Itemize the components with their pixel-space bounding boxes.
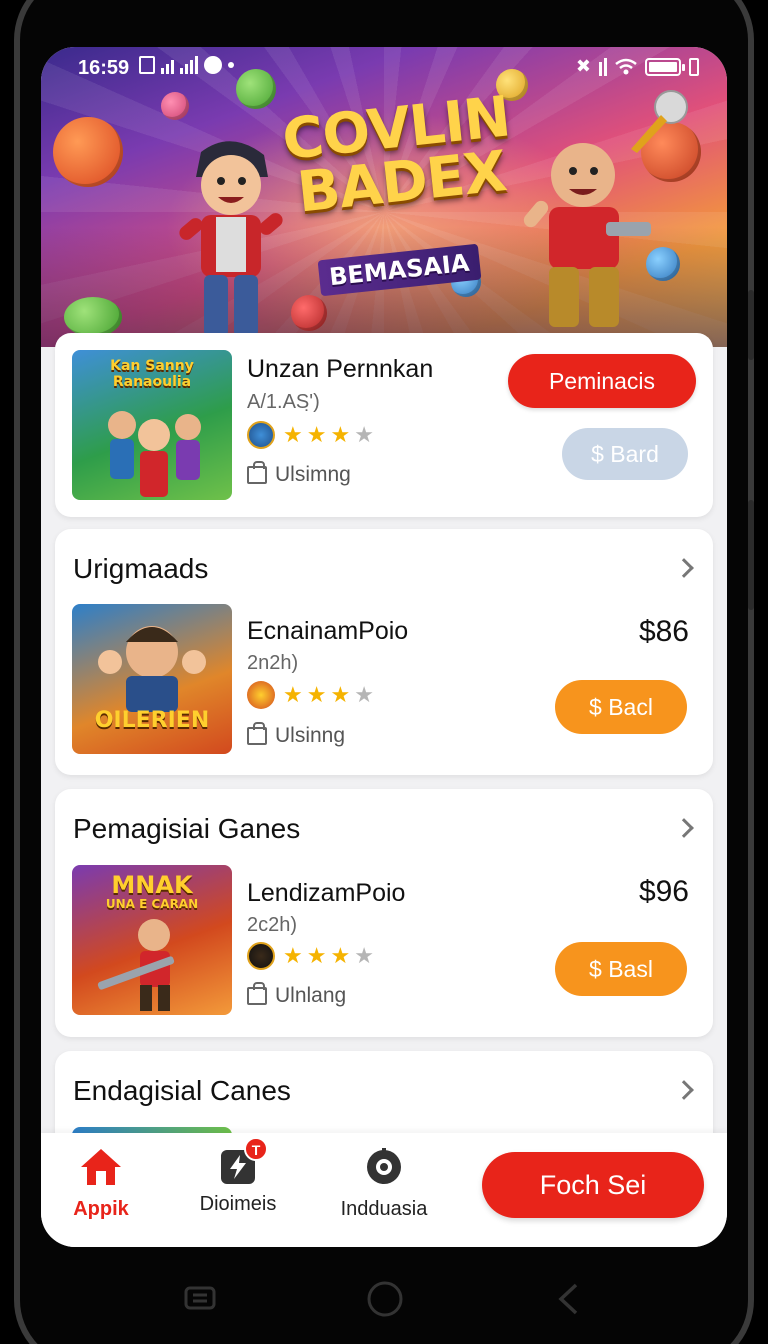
microphone-icon — [631, 90, 688, 153]
app-screen: COVLIN BADEX BEMASAIA 16:59 ✖ Kan Sanny … — [41, 47, 727, 1247]
app-status-icon — [204, 56, 222, 74]
cta-button[interactable]: Foch Sei — [482, 1152, 704, 1218]
hero-character-right — [523, 143, 651, 327]
game-price: $96 — [638, 875, 689, 908]
featured-game-name: Unzan Pernnkan — [247, 355, 434, 383]
game-subtitle: 2c2h) — [247, 914, 298, 936]
home-button-icon[interactable] — [366, 1280, 404, 1318]
featured-game-thumbnail[interactable]: Kan Sanny Ranaoulia — [72, 350, 232, 500]
section-title: Endagisial Canes — [73, 1075, 291, 1106]
battery-icon — [645, 57, 685, 76]
publisher-badge-icon — [247, 681, 275, 709]
disc-icon — [367, 1148, 401, 1184]
star-icon: ★ — [354, 422, 374, 447]
game-meta: Ulsinng — [247, 722, 345, 748]
section-title: Pemagisiai Ganes — [73, 813, 301, 844]
battery-saver-icon — [689, 57, 699, 76]
star-icon: ★ — [306, 943, 327, 968]
volume-button — [748, 290, 754, 360]
star-icon: ★ — [354, 943, 374, 968]
signal-icon — [161, 56, 174, 74]
section-card: Urigmaads OILERIEN EcnainamPoio 2n2h) ★ … — [55, 529, 713, 775]
star-icon: ★ — [330, 422, 351, 447]
coin-decoration — [161, 92, 189, 120]
chevron-right-icon[interactable] — [674, 818, 694, 838]
recent-apps-icon[interactable] — [184, 1284, 216, 1312]
wifi-icon — [615, 58, 637, 74]
notification-icon — [139, 56, 155, 74]
banner-title: COVLIN BADEX — [279, 84, 513, 226]
shopping-bag-icon — [247, 722, 267, 745]
bluetooth-icon: ✖ — [575, 56, 591, 76]
game-rating: ★ ★ ★ ★ — [247, 942, 374, 970]
featured-game-card[interactable]: Kan Sanny Ranaoulia Unzan Pernnkan A/1.A… — [55, 333, 713, 517]
nav-item-library[interactable]: Indduasia — [324, 1147, 444, 1221]
game-characters-illustration — [108, 411, 201, 497]
featured-game-subtitle: A/1.AS'̣) — [247, 391, 320, 413]
ball-decoration — [53, 117, 123, 187]
star-icon: ★ — [330, 943, 351, 968]
coin-decoration — [64, 297, 122, 337]
buy-button[interactable]: $ Bacl — [555, 680, 687, 734]
section-title: Urigmaads — [73, 553, 209, 584]
chevron-right-icon[interactable] — [674, 558, 694, 578]
bottom-navigation: Appik T Dioimeis Indduasia Foch Sei — [41, 1133, 727, 1247]
game-meta: Ulnlang — [247, 982, 346, 1008]
game-character-illustration — [97, 919, 175, 1011]
notification-badge: T — [244, 1137, 268, 1161]
star-icon: ★ — [330, 682, 351, 707]
game-name: EcnainamPoio — [247, 617, 409, 645]
cell-signal-icon — [599, 57, 607, 76]
star-icon: ★ — [283, 943, 303, 968]
star-icon: ★ — [283, 422, 303, 447]
game-name: LendizamPoio — [247, 879, 406, 907]
publisher-badge-icon — [247, 421, 275, 449]
game-subtitle: 2n2h) — [247, 652, 299, 674]
featured-game-rating: ★ ★ ★ ★ — [247, 421, 374, 449]
publisher-badge-icon — [247, 942, 275, 970]
dot-icon — [228, 62, 234, 68]
nav-item-home[interactable]: Appik — [41, 1147, 161, 1221]
featured-primary-button[interactable]: Peminacis — [508, 354, 696, 408]
chevron-right-icon[interactable] — [674, 1080, 694, 1100]
status-bar: 16:59 ✖ — [41, 47, 727, 91]
game-character-illustration — [98, 626, 206, 712]
featured-buy-button[interactable]: $ Bard — [562, 428, 688, 480]
coin-decoration — [646, 247, 680, 281]
game-thumbnail[interactable]: MNAK UNA E CARAN — [72, 865, 232, 1015]
star-icon: ★ — [306, 422, 327, 447]
star-icon: ★ — [283, 682, 303, 707]
power-button — [748, 500, 754, 610]
system-navigation-bar — [0, 1270, 768, 1330]
star-icon: ★ — [354, 682, 374, 707]
status-time: 16:59 — [78, 57, 130, 79]
game-price: $86 — [638, 615, 689, 648]
shopping-bag-icon — [247, 982, 267, 1005]
star-icon: ★ — [306, 682, 327, 707]
coin-decoration — [291, 295, 327, 331]
signal-icon — [180, 56, 198, 74]
section-card: Pemagisiai Ganes MNAK UNA E CARAN Lendiz… — [55, 789, 713, 1037]
featured-game-meta: Ulsimng — [247, 461, 351, 487]
buy-button[interactable]: $ Basl — [555, 942, 687, 996]
home-icon — [81, 1149, 121, 1185]
game-rating: ★ ★ ★ ★ — [247, 681, 374, 709]
hero-banner[interactable]: COVLIN BADEX BEMASAIA — [41, 47, 727, 347]
shopping-bag-icon — [247, 461, 267, 484]
game-thumbnail[interactable]: OILERIEN — [72, 604, 232, 754]
nav-item-deals[interactable]: T Dioimeis — [178, 1137, 298, 1216]
back-icon[interactable] — [556, 1282, 580, 1316]
